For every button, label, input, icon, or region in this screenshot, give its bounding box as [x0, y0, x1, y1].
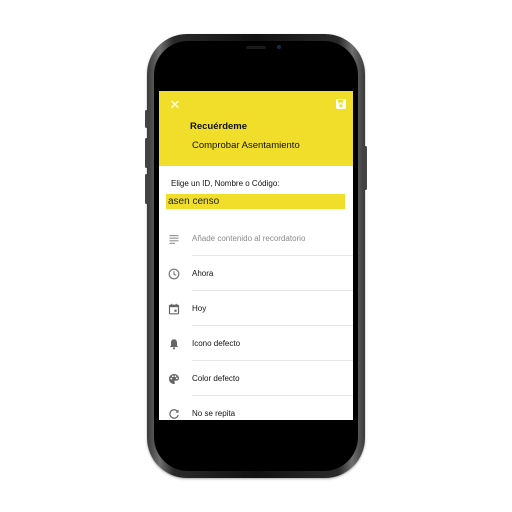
date-label: Hoy	[192, 304, 207, 313]
icon-row[interactable]: Icono defecto	[159, 327, 353, 361]
phone-notch	[238, 42, 274, 56]
page-title: Recuérdeme	[190, 121, 248, 132]
save-icon[interactable]	[335, 98, 347, 110]
repeat-icon	[169, 409, 179, 419]
row-divider	[192, 290, 353, 291]
phone-mute-switch	[145, 110, 148, 128]
id-input[interactable]	[166, 194, 345, 209]
row-divider	[192, 360, 353, 361]
notes-icon	[169, 235, 179, 244]
row-divider	[192, 255, 353, 256]
time-label: Ahora	[192, 269, 214, 278]
clock-icon	[168, 268, 180, 280]
repeat-label: No se repita	[192, 409, 236, 418]
repeat-row[interactable]: No se repita	[159, 397, 353, 420]
phone-camera	[277, 45, 281, 49]
color-label: Color defecto	[192, 374, 240, 383]
time-row[interactable]: Ahora	[159, 257, 353, 291]
content-placeholder: Añade contenido al recordatorio	[192, 234, 306, 243]
app-header: ✕ Recuérdeme Comprobar Asentamiento	[159, 91, 353, 166]
row-divider	[192, 325, 353, 326]
date-row[interactable]: Hoy	[159, 292, 353, 326]
bell-icon	[169, 339, 179, 350]
color-row[interactable]: Color defecto	[159, 362, 353, 396]
phone-speaker	[246, 46, 266, 49]
stage: ✕ Recuérdeme Comprobar Asentamiento Elig…	[0, 0, 512, 512]
calendar-icon	[168, 303, 180, 315]
row-divider	[192, 395, 353, 396]
phone-volume-down	[145, 174, 148, 204]
content-row[interactable]: Añade contenido al recordatorio	[159, 222, 353, 256]
icon-label: Icono defecto	[192, 339, 241, 348]
close-icon[interactable]: ✕	[168, 98, 182, 112]
phone-power-button	[364, 146, 367, 190]
reminder-name[interactable]: Comprobar Asentamiento	[192, 140, 300, 151]
app-screen: ✕ Recuérdeme Comprobar Asentamiento Elig…	[159, 91, 353, 420]
id-field-label: Elige un ID, Nombre o Código:	[171, 179, 280, 188]
palette-icon	[169, 374, 179, 384]
phone-volume-up	[145, 138, 148, 168]
